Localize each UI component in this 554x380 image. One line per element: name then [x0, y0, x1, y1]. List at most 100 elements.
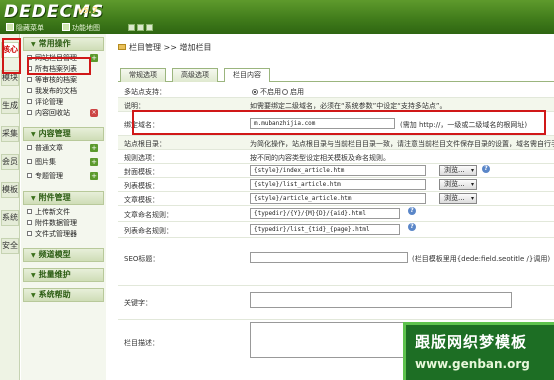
help-icon[interactable]: ? — [482, 165, 490, 173]
row-rules: 规则选项： 按不同的内容类型设定相关模板及命名规则。 — [118, 150, 554, 164]
add-icon[interactable]: + — [90, 158, 98, 166]
menu-section-attachments[interactable]: ▼ 附件管理 — [23, 191, 104, 205]
menu-item-comments[interactable]: 评论管理 — [27, 97, 106, 108]
keywords-input[interactable] — [250, 292, 512, 308]
recycle-icon: × — [90, 109, 98, 117]
row-keywords: 关键字： — [118, 286, 554, 320]
breadcrumb-add-column: 增加栏目 — [179, 43, 212, 52]
tab-column-content[interactable]: 栏目内容 — [224, 68, 270, 82]
tab-member[interactable]: 会员 — [1, 154, 19, 170]
tab-generate[interactable]: 生成 — [1, 98, 19, 114]
seo-title-hint: (栏目模板里用{dede:field.seotitle /}调用) — [412, 255, 551, 263]
chevron-down-icon: ▾ — [470, 195, 474, 202]
menu-item-my-documents[interactable]: 我发布的文档 — [27, 86, 106, 97]
hide-menu-icon — [6, 23, 14, 31]
keywords-label: 关键字： — [124, 299, 152, 307]
watermark-url: www.genban.org — [415, 357, 530, 371]
layout-icon-3[interactable] — [146, 24, 153, 31]
hide-menu-button[interactable]: 隐藏菜单 — [6, 23, 44, 33]
list-naming-label: 列表命名规则： — [124, 227, 173, 235]
row-list-template: 列表模板： 浏览...▾ — [118, 178, 554, 192]
highlight-column-manage — [27, 57, 91, 75]
list-naming-input[interactable] — [250, 224, 400, 235]
function-map-button[interactable]: 功能地图 — [62, 23, 100, 33]
row-seo-title: SEO标题： (栏目模板里用{dede:field.seotitle /}调用) — [118, 238, 554, 286]
tab-collect[interactable]: 采集 — [1, 126, 19, 142]
rule-text: 按不同的内容类型设定相关模板及命名规则。 — [250, 154, 390, 162]
article-template-browse-button[interactable]: 浏览... ▾ — [439, 193, 477, 204]
bullet-icon — [27, 145, 32, 150]
map-icon — [62, 23, 70, 31]
menu-item-topics[interactable]: 专题管理 + — [27, 171, 106, 182]
menu-section-channel-models[interactable]: ▼ 频道模型 — [23, 248, 104, 262]
add-icon[interactable]: + — [90, 144, 98, 152]
help-icon[interactable]: ? — [408, 207, 416, 215]
form-tabs: 常规选项 高级选项 栏目内容 — [118, 68, 554, 82]
rootdir-text: 为简化操作，站点根目录与当前栏目目录一致，请注意当前栏目文件保存目录的设置，域名… — [250, 140, 554, 148]
menu-section-help[interactable]: ▼ 系统帮助 — [23, 288, 104, 302]
menu-item-articles[interactable]: 普通文章 + — [27, 143, 106, 154]
window-layout-buttons[interactable] — [128, 24, 155, 33]
side-menu: ▼ 常用操作 网站栏目管理 + 所有档案列表 等审核的档案 我发布的文档 评论管理 … — [21, 34, 106, 380]
article-naming-label: 文章命名规则： — [124, 211, 173, 219]
tab-advanced-options[interactable]: 高级选项 — [172, 68, 218, 82]
index-template-browse-button[interactable]: 浏览... ▾ — [439, 165, 477, 176]
folder-icon — [118, 44, 126, 50]
menu-section-content[interactable]: ▼ 内容管理 — [23, 127, 104, 141]
chevron-down-icon: ▾ — [470, 167, 474, 174]
row-multisite: 多站点支持： 不启用 启用 — [118, 84, 554, 98]
menu-item-recycle-bin[interactable]: 内容回收站 × — [27, 108, 106, 119]
seo-title-input[interactable] — [250, 252, 408, 263]
chevron-down-icon: ▾ — [470, 181, 474, 188]
layout-icon-1[interactable] — [128, 24, 135, 31]
article-template-input[interactable] — [250, 193, 426, 204]
help-icon[interactable]: ? — [408, 223, 416, 231]
expand-arrow-icon: ▼ — [31, 131, 36, 138]
article-template-label: 文章模板： — [124, 196, 159, 204]
row-index-template: 封面模板： 浏览...▾ ? — [118, 164, 554, 178]
tab-security[interactable]: 安全 — [1, 238, 19, 254]
row-article-naming: 文章命名规则： ? — [118, 206, 554, 222]
index-template-input[interactable] — [250, 165, 426, 176]
expand-arrow-icon: ▼ — [31, 252, 36, 259]
rule-label: 规则选项： — [124, 154, 159, 162]
tab-general-options[interactable]: 常规选项 — [120, 68, 166, 82]
list-template-browse-button[interactable]: 浏览... ▾ — [439, 179, 477, 190]
breadcrumb: 栏目管理 >> 增加栏目 — [118, 42, 212, 53]
bullet-icon — [27, 88, 32, 93]
bullet-icon — [27, 209, 32, 214]
menu-item-upload-file[interactable]: 上传新文件 — [27, 207, 106, 218]
add-icon[interactable]: + — [90, 54, 98, 62]
version-label: v5.7 — [78, 6, 98, 15]
list-template-input[interactable] — [250, 179, 426, 190]
radio-on-icon — [252, 89, 258, 95]
tab-template[interactable]: 模板 — [1, 182, 19, 198]
menu-item-file-manager[interactable]: 文件式管理器 — [27, 229, 106, 240]
left-tab-column: 核心 模块 生成 采集 会员 模板 系统 安全 — [0, 34, 20, 380]
rootdir-label: 站点根目录： — [124, 140, 166, 148]
bullet-icon — [27, 99, 32, 104]
expand-arrow-icon: ▼ — [31, 195, 36, 202]
bullet-icon — [27, 173, 32, 178]
row-list-naming: 列表命名规则： ? — [118, 222, 554, 238]
bullet-icon — [27, 231, 32, 236]
bullet-icon — [27, 220, 32, 225]
menu-item-pending-archives[interactable]: 等审核的档案 — [27, 75, 106, 86]
site-watermark: 跟版网织梦模板 www.genban.org — [403, 322, 554, 380]
radio-off-icon — [282, 89, 288, 95]
menu-section-batch[interactable]: ▼ 批量维护 — [23, 268, 104, 282]
layout-icon-2[interactable] — [137, 24, 144, 31]
row-article-template: 文章模板： 浏览...▾ — [118, 192, 554, 206]
multisite-off-radio[interactable]: 不启用 — [252, 87, 281, 97]
watermark-title: 跟版网织梦模板 — [415, 333, 528, 351]
index-template-label: 封面模板： — [124, 168, 159, 176]
article-naming-input[interactable] — [250, 208, 400, 219]
add-icon[interactable]: + — [90, 172, 98, 180]
breadcrumb-column-manage[interactable]: 栏目管理 — [129, 43, 161, 52]
tab-system[interactable]: 系统 — [1, 210, 19, 226]
menu-item-attachment-data[interactable]: 附件数据管理 — [27, 218, 106, 229]
menu-item-image-sets[interactable]: 图片集 + — [27, 157, 106, 168]
multisite-on-radio[interactable]: 启用 — [282, 87, 304, 97]
row-rootdir: 站点根目录： 为简化操作，站点根目录与当前栏目目录一致，请注意当前栏目文件保存目… — [118, 136, 554, 150]
menu-section-common[interactable]: ▼ 常用操作 — [23, 37, 104, 51]
